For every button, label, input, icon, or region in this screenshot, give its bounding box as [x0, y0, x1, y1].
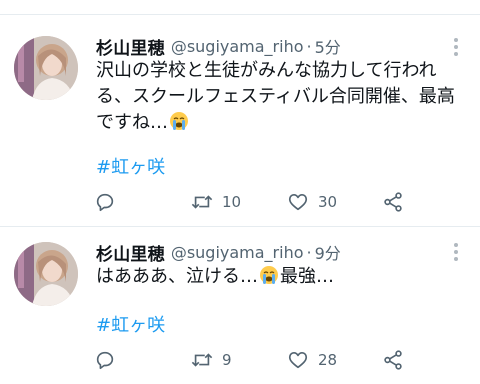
tweet-text-fragment: ですね…: [96, 112, 168, 133]
more-options-icon[interactable]: [448, 35, 464, 59]
tweet-feed: 杉山里穂 @sugiyama_riho · 5分 沢山の学校と生徒がみんな協力し…: [0, 0, 480, 384]
tweet-text-line: 沢山の学校と生徒がみんな協力して行われ: [96, 60, 437, 81]
retweet-button[interactable]: 9: [190, 348, 232, 372]
avatar-photo: [14, 36, 78, 100]
like-button[interactable]: 28: [286, 348, 337, 372]
tweet-text: 沢山の学校と生徒がみんな協力して行われ る、スクールフェスティバル合同開催、最高…: [96, 58, 466, 136]
tweet-text-fragment: はあああ、泣ける…: [96, 266, 258, 287]
user-handle[interactable]: @sugiyama_riho: [171, 37, 304, 56]
hashtag-link[interactable]: #虹ヶ咲: [96, 314, 165, 338]
share-icon: [384, 350, 402, 370]
display-name[interactable]: 杉山里穂: [96, 240, 165, 265]
retweet-icon: [191, 353, 213, 367]
retweet-button[interactable]: 10: [190, 190, 241, 214]
user-handle[interactable]: @sugiyama_riho: [171, 243, 304, 262]
retweet-count: 10: [222, 193, 242, 211]
loudly-crying-face-icon: [260, 266, 278, 284]
share-button[interactable]: [382, 190, 404, 214]
reply-icon: [96, 351, 114, 370]
tweet-actions: 10 30: [92, 190, 422, 214]
like-icon: [288, 194, 308, 211]
tweet-text-line: ですね…: [96, 110, 466, 136]
tweet-text-fragment: 最強…: [280, 266, 334, 287]
like-button[interactable]: 30: [286, 190, 337, 214]
separator-dot: ·: [306, 242, 312, 262]
tweet-header: 杉山里穂 @sugiyama_riho · 5分: [96, 32, 341, 60]
divider: [0, 226, 480, 227]
divider: [0, 14, 480, 15]
share-icon: [384, 192, 402, 212]
more-options-icon[interactable]: [448, 240, 464, 264]
avatar[interactable]: [14, 242, 78, 306]
retweet-icon: [191, 195, 213, 209]
tweet-header: 杉山里穂 @sugiyama_riho · 9分: [96, 238, 341, 266]
hashtag-link[interactable]: #虹ヶ咲: [96, 156, 165, 180]
reply-button[interactable]: [94, 190, 124, 214]
retweet-count: 9: [222, 351, 232, 369]
avatar-photo: [14, 242, 78, 306]
tweet-text: はあああ、泣ける… 最強…: [96, 264, 466, 290]
like-icon: [288, 352, 308, 369]
reply-icon: [96, 193, 114, 212]
timestamp[interactable]: 5分: [315, 34, 341, 58]
separator-dot: ·: [306, 36, 312, 56]
timestamp[interactable]: 9分: [315, 240, 341, 264]
loudly-crying-face-icon: [170, 112, 188, 130]
tweet-actions: 9 28: [92, 348, 422, 372]
like-count: 30: [318, 193, 338, 211]
tweet-text-line: はあああ、泣ける… 最強…: [96, 264, 466, 290]
tweet-text-line: る、スクールフェスティバル合同開催、最高: [96, 86, 455, 107]
display-name[interactable]: 杉山里穂: [96, 34, 165, 59]
share-button[interactable]: [382, 348, 404, 372]
like-count: 28: [318, 351, 338, 369]
reply-button[interactable]: [94, 348, 124, 372]
avatar[interactable]: [14, 36, 78, 100]
